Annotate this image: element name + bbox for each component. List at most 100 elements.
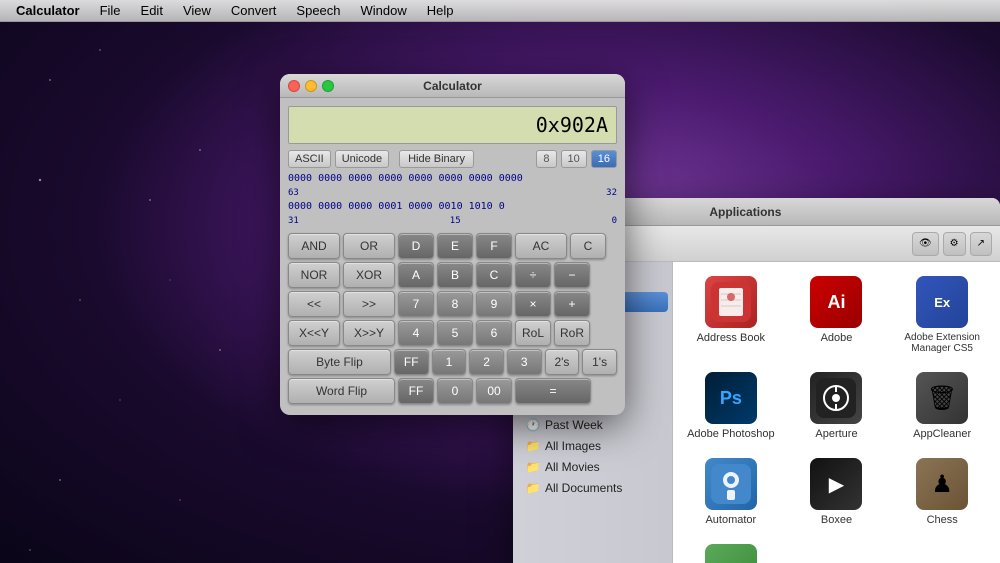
- d-button[interactable]: D: [398, 233, 434, 259]
- nor-button[interactable]: NOR: [288, 262, 340, 288]
- sidebar-item-allimages[interactable]: 📁 All Images: [517, 436, 668, 456]
- xlshift-button[interactable]: X<<Y: [288, 320, 340, 346]
- ascii-button[interactable]: ASCII: [288, 150, 331, 168]
- 1-button[interactable]: 1: [432, 349, 467, 375]
- app-adobe[interactable]: Ai Adobe: [789, 272, 885, 358]
- equals-button[interactable]: =: [515, 378, 591, 404]
- addressbook-label: Address Book: [697, 332, 765, 344]
- rol-button[interactable]: RoL: [515, 320, 551, 346]
- binary-positions-2: 31 15 0: [288, 214, 617, 228]
- c-hex-button[interactable]: C: [476, 262, 512, 288]
- multiply-button[interactable]: ×: [515, 291, 551, 317]
- and-button[interactable]: AND: [288, 233, 340, 259]
- app-adobeext[interactable]: Ex Adobe Extension Manager CS5: [894, 272, 990, 358]
- calculator-display: 0x902A: [288, 106, 617, 144]
- calculator-title: Calculator: [423, 79, 482, 93]
- adobe-label: Adobe: [821, 332, 853, 344]
- sidebar-item-allmovies[interactable]: 📁 All Movies: [517, 457, 668, 477]
- ones-button[interactable]: 1's: [582, 349, 617, 375]
- menu-window[interactable]: Window: [353, 1, 415, 20]
- 6-button[interactable]: 6: [476, 320, 512, 346]
- app-aperture[interactable]: Aperture: [789, 368, 885, 444]
- byteflip-button[interactable]: Byte Flip: [288, 349, 391, 375]
- menu-calculator[interactable]: Calculator: [8, 1, 88, 20]
- divide-button[interactable]: ÷: [515, 262, 551, 288]
- automator-label: Automator: [705, 514, 756, 526]
- ff-button[interactable]: FF: [394, 349, 429, 375]
- app-coda[interactable]: ◎ Coda: [683, 540, 779, 563]
- coda-icon: ◎: [705, 544, 757, 563]
- app-appcleaner[interactable]: 🗑 AppCleaner: [894, 368, 990, 444]
- base10-button[interactable]: 10: [561, 150, 587, 168]
- close-button[interactable]: [288, 80, 300, 92]
- adobeext-label: Adobe Extension Manager CS5: [898, 332, 986, 354]
- binary-display: 0000 0000 0000 0000 0000 0000 0000 0000 …: [280, 170, 625, 229]
- f-button[interactable]: F: [476, 233, 512, 259]
- or-button[interactable]: OR: [343, 233, 395, 259]
- button-row-3: << >> 7 8 9 × +: [288, 291, 617, 317]
- plus-button[interactable]: +: [554, 291, 590, 317]
- hide-binary-button[interactable]: Hide Binary: [399, 150, 474, 168]
- app-addressbook[interactable]: Address Book: [683, 272, 779, 358]
- ror-button[interactable]: RoR: [554, 320, 590, 346]
- menu-convert[interactable]: Convert: [223, 1, 285, 20]
- c-button[interactable]: C: [570, 233, 606, 259]
- menu-file[interactable]: File: [92, 1, 129, 20]
- 9-button[interactable]: 9: [476, 291, 512, 317]
- lshift-button[interactable]: <<: [288, 291, 340, 317]
- finder-share-button[interactable]: ↗: [970, 232, 992, 256]
- menu-help[interactable]: Help: [419, 1, 462, 20]
- button-row-1: AND OR D E F AC C: [288, 233, 617, 259]
- binary-row-2: 0000 0000 0000 0001 0000 0010 1010 0: [288, 200, 617, 214]
- base16-button[interactable]: 16: [591, 150, 617, 168]
- 3-button[interactable]: 3: [507, 349, 542, 375]
- allmovies-icon: 📁: [525, 459, 541, 475]
- 00-button[interactable]: 00: [476, 378, 512, 404]
- binary-positions-1: 63 32: [288, 186, 617, 200]
- 8-button[interactable]: 8: [437, 291, 473, 317]
- menu-edit[interactable]: Edit: [133, 1, 171, 20]
- button-row-6: Word Flip FF 0 00 =: [288, 378, 617, 404]
- rshift-button[interactable]: >>: [343, 291, 395, 317]
- xor-button[interactable]: XOR: [343, 262, 395, 288]
- menu-view[interactable]: View: [175, 1, 219, 20]
- 7-button[interactable]: 7: [398, 291, 434, 317]
- chess-label: Chess: [927, 514, 958, 526]
- ff2-button[interactable]: FF: [398, 378, 434, 404]
- traffic-lights: [288, 80, 334, 92]
- b-hex-button[interactable]: B: [437, 262, 473, 288]
- 2-button[interactable]: 2: [469, 349, 504, 375]
- sidebar-item-pastweek[interactable]: 🕐 Past Week: [517, 415, 668, 435]
- 4-button[interactable]: 4: [398, 320, 434, 346]
- minimize-button[interactable]: [305, 80, 317, 92]
- menu-speech[interactable]: Speech: [288, 1, 348, 20]
- finder-eye-button[interactable]: 👁: [912, 232, 939, 256]
- wordflip-button[interactable]: Word Flip: [288, 378, 395, 404]
- aperture-icon: [810, 372, 862, 424]
- app-photoshop[interactable]: Ps Adobe Photoshop: [683, 368, 779, 444]
- appcleaner-label: AppCleaner: [913, 428, 971, 440]
- base8-button[interactable]: 8: [536, 150, 556, 168]
- twos-button[interactable]: 2's: [545, 349, 580, 375]
- unicode-button[interactable]: Unicode: [335, 150, 389, 168]
- boxee-label: Boxee: [821, 514, 852, 526]
- app-boxee[interactable]: ▶ Boxee: [789, 454, 885, 530]
- app-chess[interactable]: ♟ Chess: [894, 454, 990, 530]
- app-automator[interactable]: Automator: [683, 454, 779, 530]
- maximize-button[interactable]: [322, 80, 334, 92]
- sidebar-label-pastweek: Past Week: [545, 418, 603, 432]
- 5-button[interactable]: 5: [437, 320, 473, 346]
- minus-button[interactable]: −: [554, 262, 590, 288]
- button-row-2: NOR XOR A B C ÷ −: [288, 262, 617, 288]
- button-row-4: X<<Y X>>Y 4 5 6 RoL RoR: [288, 320, 617, 346]
- binary-row-1: 0000 0000 0000 0000 0000 0000 0000 0000: [288, 172, 617, 186]
- finder-gear-button[interactable]: ⚙: [943, 232, 966, 256]
- ac-button[interactable]: AC: [515, 233, 567, 259]
- calculator-buttons: AND OR D E F AC C NOR XOR A B C ÷ − <<: [280, 229, 625, 415]
- a-button[interactable]: A: [398, 262, 434, 288]
- adobeext-icon: Ex: [916, 276, 968, 328]
- e-button[interactable]: E: [437, 233, 473, 259]
- 0-button[interactable]: 0: [437, 378, 473, 404]
- sidebar-item-alldocuments[interactable]: 📁 All Documents: [517, 478, 668, 498]
- xrshift-button[interactable]: X>>Y: [343, 320, 395, 346]
